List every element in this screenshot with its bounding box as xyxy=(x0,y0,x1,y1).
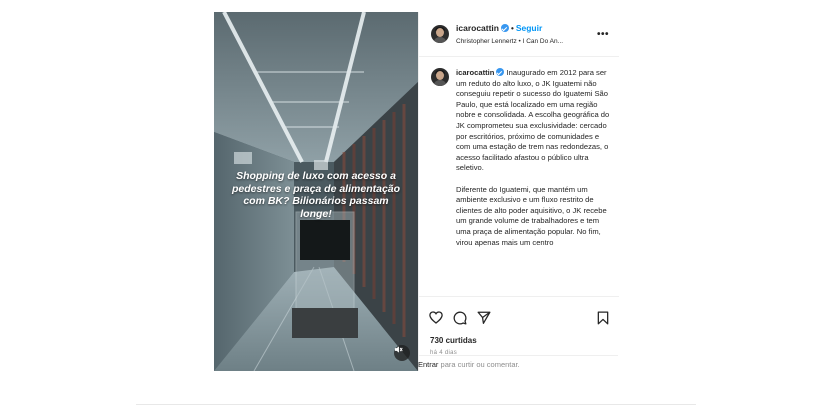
caption-paragraph-1: Inaugurado em 2012 para ser um reduto do… xyxy=(456,68,610,173)
caption-text: icarocattin Inaugurado em 2012 para ser … xyxy=(456,68,610,259)
verified-icon xyxy=(501,24,509,32)
login-link[interactable]: Entrar xyxy=(418,360,438,369)
share-icon[interactable] xyxy=(477,311,491,324)
mute-icon xyxy=(394,346,403,353)
follow-button[interactable]: Seguir xyxy=(516,23,542,33)
audio-track[interactable]: Christopher Lennertz • I Can Do An... xyxy=(456,38,563,45)
caption-paragraph-2: Diferente do Iguatemi, que mantém um amb… xyxy=(456,184,607,247)
bookmark-icon[interactable] xyxy=(597,311,609,325)
mute-button[interactable] xyxy=(394,345,410,361)
instagram-post: Shopping de luxo com acesso a pedestres … xyxy=(214,12,619,372)
avatar[interactable] xyxy=(431,25,449,43)
heart-icon[interactable] xyxy=(429,311,443,324)
post-header: icarocattin • Seguir Christopher Lennertz … xyxy=(419,12,619,57)
divider xyxy=(136,404,696,405)
comment-icon[interactable] xyxy=(453,311,467,325)
video-overlay-caption: Shopping de luxo com acesso a pedestres … xyxy=(231,170,401,220)
avatar[interactable] xyxy=(431,68,449,86)
header-username-row: icarocattin • Seguir xyxy=(456,23,542,33)
header-username[interactable]: icarocattin xyxy=(456,23,499,33)
post-side-panel: icarocattin • Seguir Christopher Lennertz … xyxy=(418,12,619,371)
comment-prompt-text: para curtir ou comentar. xyxy=(438,360,520,369)
header-separator: • xyxy=(511,24,514,33)
comment-prompt: Entrar para curtir ou comentar. xyxy=(418,360,520,369)
comment-bar: Entrar para curtir ou comentar. xyxy=(418,355,618,372)
more-options-icon[interactable]: ••• xyxy=(597,29,609,40)
likes-count[interactable]: 730 curtidas xyxy=(430,336,477,345)
verified-icon xyxy=(496,68,505,76)
post-video[interactable]: Shopping de luxo com acesso a pedestres … xyxy=(214,12,418,371)
post-caption: icarocattin Inaugurado em 2012 para ser … xyxy=(431,68,611,298)
caption-username[interactable]: icarocattin xyxy=(456,68,494,77)
